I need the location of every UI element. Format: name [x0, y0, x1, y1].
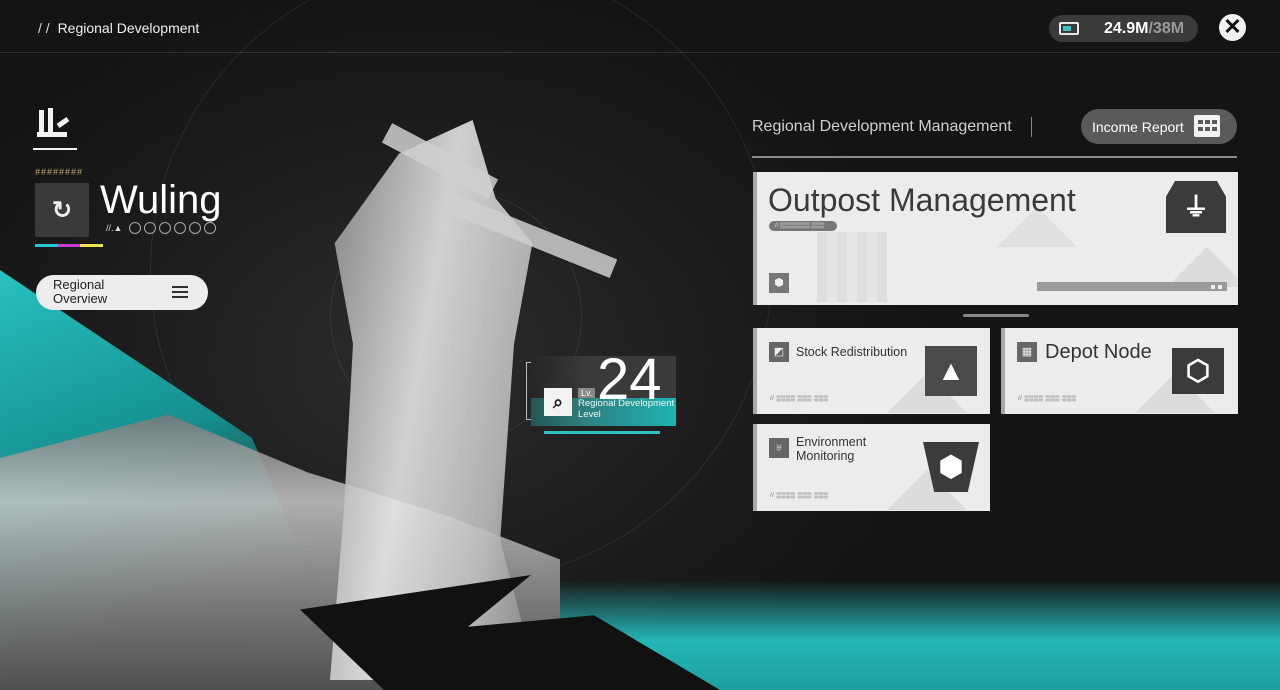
page-title: Regional Development: [57, 20, 200, 36]
outpost-management-card[interactable]: Outpost Management // ▒▒▒▒▒▒▒ ▒▒▒ ⬢ ⏚: [753, 172, 1238, 305]
progress-dot: [204, 222, 217, 234]
color-segment: [80, 244, 104, 247]
depot-node-label: Depot Node: [1045, 341, 1152, 363]
regional-overview-label: Regional Overview: [53, 277, 108, 306]
breadcrumb: / / Regional Development: [38, 20, 199, 36]
card-triangle-decor: [1167, 247, 1238, 287]
stock-redistribution-code: // ▒▒▒▒ ▒▒▒ ▒▒▒: [770, 396, 829, 402]
depot-node-card[interactable]: ▦ Depot Node // ▒▒▒▒ ▒▒▒ ▒▒▒ ⬡: [1001, 328, 1238, 414]
depot-node-small-icon: ▦: [1017, 342, 1037, 362]
environment-monitoring-card[interactable]: ♅ Environment Monitoring // ▒▒▒▒ ▒▒▒ ▒▒▒…: [753, 424, 990, 511]
progress-dot: [189, 222, 202, 234]
progress-dot: [144, 222, 157, 234]
currency-current: 24.9M: [1104, 20, 1149, 37]
topbar-divider: [0, 52, 1280, 53]
card-pattern: [817, 232, 887, 302]
regional-overview-button[interactable]: Regional Overview: [36, 275, 208, 310]
outpost-emblem-icon: ⏚: [1166, 181, 1226, 233]
region-dashes: ########: [35, 167, 84, 177]
management-separator: [1031, 117, 1032, 137]
environment-monitoring-label: Environment Monitoring: [796, 435, 867, 463]
outpost-status-bar: [1037, 282, 1227, 291]
income-report-button[interactable]: Income Report: [1081, 109, 1237, 144]
stock-redistribution-label: Stock Redistribution: [796, 345, 908, 359]
stock-redistribution-emblem-icon: ▲: [925, 346, 977, 396]
calendar-icon: [1194, 115, 1220, 137]
depot-node-emblem-icon: ⬡: [1172, 348, 1224, 394]
page-indicator: [963, 314, 1029, 317]
outpost-management-tag: // ▒▒▒▒▒▒▒ ▒▒▒: [769, 221, 837, 231]
progress-dot: [174, 222, 187, 234]
region-name: Wuling: [100, 178, 222, 222]
level-label: Regional Development Level: [578, 398, 675, 420]
management-title: Regional Development Management: [752, 118, 1012, 135]
close-icon[interactable]: ✕: [1219, 14, 1246, 41]
menu-icon: [172, 286, 188, 298]
management-divider: [752, 156, 1237, 158]
search-icon[interactable]: ⌕: [544, 388, 572, 416]
region-color-bar: [35, 244, 104, 247]
level-lv-tag: Lv.: [578, 388, 596, 398]
currency-max: /38M: [1148, 20, 1185, 37]
income-report-label: Income Report: [1092, 119, 1184, 135]
color-segment: [57, 244, 81, 247]
stock-redistribution-small-icon: ◩: [769, 342, 789, 362]
region-tag: //.▲: [106, 223, 123, 233]
currency-display: 24.9M/38M: [1049, 15, 1198, 42]
region-emblem-icon: [33, 108, 77, 154]
depot-node-code: // ▒▒▒▒ ▒▒▒ ▒▒▒: [1018, 396, 1077, 402]
environment-monitoring-code: // ▒▒▒▒ ▒▒▒ ▒▒▒: [770, 493, 829, 499]
level-underline: [544, 431, 660, 434]
region-icon: ↻: [35, 183, 89, 237]
progress-dot: [129, 222, 142, 234]
breadcrumb-prefix: / /: [38, 20, 50, 36]
color-segment: [35, 244, 58, 247]
battery-icon: [1059, 22, 1079, 35]
currency-value: 24.9M/38M: [1104, 20, 1184, 38]
region-progress-dots: //.▲: [106, 222, 217, 234]
progress-dot: [159, 222, 172, 234]
stock-redistribution-card[interactable]: ◩ Stock Redistribution // ▒▒▒▒ ▒▒▒ ▒▒▒ ▲: [753, 328, 990, 414]
hexagon-icon: ⬢: [769, 273, 789, 293]
outpost-management-title: Outpost Management: [768, 182, 1076, 218]
environment-monitoring-small-icon: ♅: [769, 438, 789, 458]
development-level-panel[interactable]: ⌕ Lv. 24 Regional Development Level: [531, 347, 676, 426]
